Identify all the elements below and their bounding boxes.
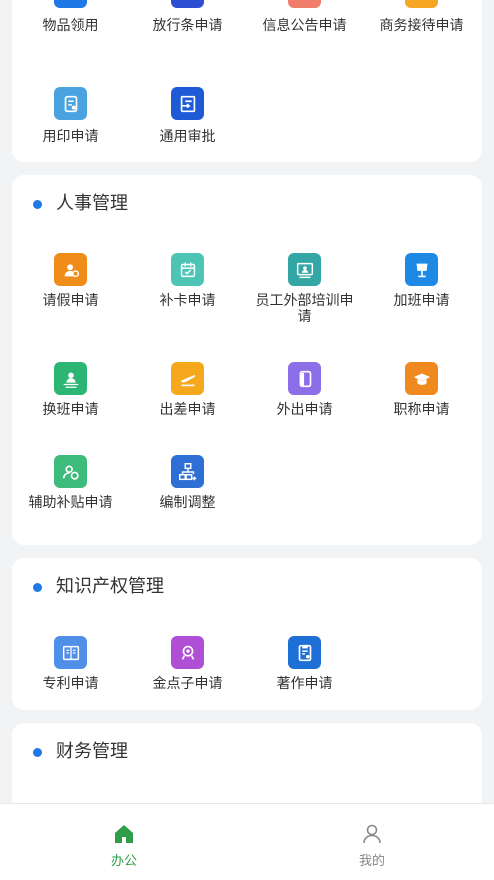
notice-icon (288, 0, 321, 8)
copyright-doc-icon (288, 636, 321, 669)
item-label: 物品领用 (42, 18, 99, 34)
item-label: 通用审批 (159, 129, 216, 145)
shift-swap-icon (54, 362, 87, 395)
grid-item-seal[interactable]: 用印申请 (12, 87, 129, 159)
section-dot (33, 748, 42, 757)
item-label: 专利申请 (42, 676, 99, 692)
tab-mine[interactable]: 我的 (312, 804, 432, 880)
bottom-tab-bar: 办公 我的 (0, 803, 494, 880)
grid-item-goods-receive[interactable]: 物品领用 (12, 0, 129, 52)
content-scroll[interactable]: 物品领用 放行条申请 信息公告申请 商务接待申请 用印申请 通用审批 人事管理 … (0, 0, 494, 804)
item-label: 商务接待申请 (379, 18, 464, 34)
user-icon (363, 824, 381, 844)
item-label: 补卡申请 (159, 293, 216, 309)
training-icon (288, 253, 321, 286)
item-label: 金点子申请 (152, 676, 223, 692)
graduation-cap-icon (405, 362, 438, 395)
section-header: 财务管理 (12, 723, 482, 783)
section-title: 人事管理 (56, 193, 128, 214)
grid-item-staffing-adjust[interactable]: 编制调整 (129, 455, 246, 535)
item-label: 请假申请 (42, 293, 99, 309)
grid-item-title[interactable]: 职称申请 (363, 362, 480, 442)
idea-icon (171, 636, 204, 669)
card-general: 物品领用 放行条申请 信息公告申请 商务接待申请 用印申请 通用审批 (12, 0, 482, 162)
reception-icon (405, 0, 438, 8)
grid-item-pass-slip[interactable]: 放行条申请 (129, 0, 246, 52)
grid-item-overtime[interactable]: 加班申请 (363, 253, 480, 333)
approval-icon (171, 87, 204, 120)
section-title: 财务管理 (56, 741, 128, 762)
home-icon (115, 825, 133, 843)
box-out-icon (54, 0, 87, 8)
item-label: 职称申请 (393, 402, 450, 418)
grid-item-reception[interactable]: 商务接待申请 (363, 0, 480, 52)
tab-office[interactable]: 办公 (64, 804, 184, 880)
subsidy-icon (54, 455, 87, 488)
item-label: 放行条申请 (152, 18, 223, 34)
section-dot (33, 200, 42, 209)
grid-item-business-trip[interactable]: 出差申请 (129, 362, 246, 442)
plane-icon (171, 362, 204, 395)
pass-slip-icon (171, 0, 204, 8)
grid-item-golden-idea[interactable]: 金点子申请 (129, 636, 246, 700)
item-label: 编制调整 (159, 495, 216, 511)
item-label: 出差申请 (159, 402, 216, 418)
item-label: 员工外部培训申请 (255, 293, 354, 325)
grid-item-shift-swap[interactable]: 换班申请 (12, 362, 129, 442)
item-label: 外出申请 (276, 402, 333, 418)
org-chart-icon (171, 455, 204, 488)
grid-item-notice[interactable]: 信息公告申请 (246, 0, 363, 52)
tab-label: 办公 (110, 854, 137, 869)
grid-item-going-out[interactable]: 外出申请 (246, 362, 363, 442)
patent-book-icon (54, 636, 87, 669)
card-ip-management: 知识产权管理 专利申请 金点子申请 著作申请 (12, 558, 482, 710)
card-hr-management: 人事管理 请假申请 补卡申请 员工外部培训申请 加班申请 换班申请 出差申请 外… (12, 175, 482, 545)
grid-item-general-approval[interactable]: 通用审批 (129, 87, 246, 159)
tab-label: 我的 (358, 854, 385, 869)
door-out-icon (288, 362, 321, 395)
grid-item-external-training[interactable]: 员工外部培训申请 (246, 253, 363, 333)
grid-item-card-makeup[interactable]: 补卡申请 (129, 253, 246, 333)
item-label: 著作申请 (276, 676, 333, 692)
item-label: 辅助补贴申请 (28, 495, 113, 511)
grid-item-leave[interactable]: 请假申请 (12, 253, 129, 333)
grid-item-patent[interactable]: 专利申请 (12, 636, 129, 700)
item-label: 加班申请 (393, 293, 450, 309)
item-label: 用印申请 (42, 129, 99, 145)
leave-icon (54, 253, 87, 286)
section-header: 知识产权管理 (12, 558, 482, 618)
item-label: 信息公告申请 (262, 18, 347, 34)
section-title: 知识产权管理 (56, 576, 164, 597)
section-header: 人事管理 (12, 175, 482, 235)
grid-item-subsidy[interactable]: 辅助补贴申请 (12, 455, 129, 535)
card-finance-management: 财务管理 (12, 723, 482, 804)
calendar-check-icon (171, 253, 204, 286)
seal-icon (54, 87, 87, 120)
section-dot (33, 583, 42, 592)
overtime-lamp-icon (405, 253, 438, 286)
grid-item-copyright[interactable]: 著作申请 (246, 636, 363, 700)
item-label: 换班申请 (42, 402, 99, 418)
